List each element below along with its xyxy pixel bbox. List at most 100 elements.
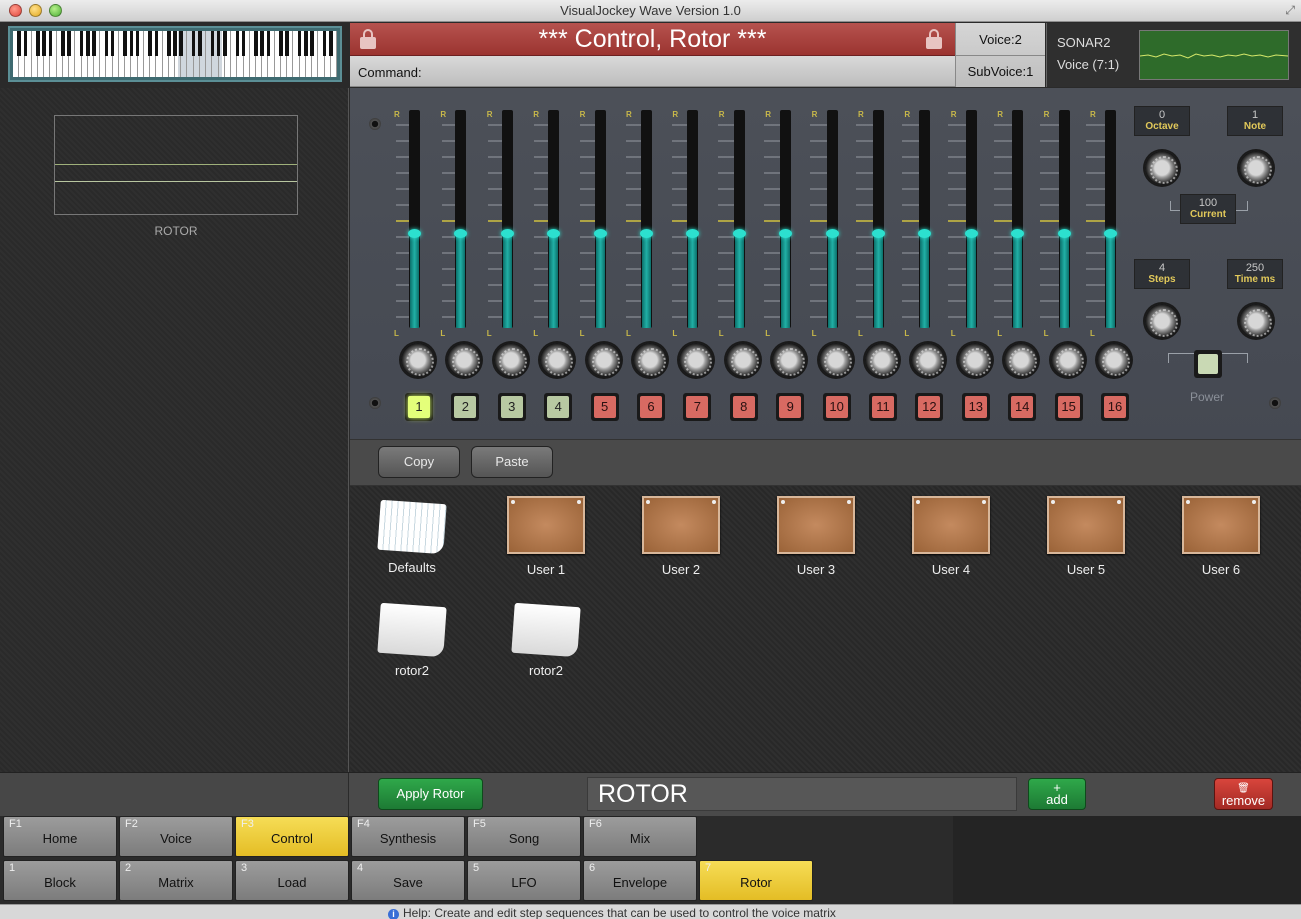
preset-item[interactable]: User 4	[896, 496, 1006, 577]
step-slider[interactable]: RL	[672, 110, 701, 338]
piano-black-key[interactable]	[110, 31, 115, 57]
piano-black-key[interactable]	[223, 31, 227, 57]
piano-black-key[interactable]	[260, 31, 265, 57]
slider-thumb[interactable]	[408, 229, 421, 238]
function-key-envelope[interactable]: 6 Envelope	[583, 860, 697, 901]
piano-black-key[interactable]	[92, 31, 96, 57]
piano-black-key[interactable]	[328, 31, 333, 57]
piano-black-key[interactable]	[254, 31, 258, 57]
command-field[interactable]: Command:	[350, 56, 955, 87]
piano-black-key[interactable]	[123, 31, 127, 57]
preset-item[interactable]: rotor2	[357, 599, 467, 678]
step-slider[interactable]: RL	[951, 110, 980, 338]
function-key-rotor[interactable]: 7 Rotor	[699, 860, 813, 901]
power-button[interactable]	[1194, 350, 1222, 378]
piano-black-key[interactable]	[154, 31, 159, 57]
piano-black-key[interactable]	[79, 31, 84, 57]
function-key-synthesis[interactable]: F4 Synthesis	[351, 816, 465, 857]
function-key-lfo[interactable]: 5 LFO	[467, 860, 581, 901]
apply-rotor-button[interactable]: Apply Rotor	[378, 778, 483, 810]
piano-black-key[interactable]	[48, 31, 53, 57]
fullscreen-icon[interactable]: ⤢	[1285, 3, 1295, 18]
step-knob[interactable]	[865, 343, 899, 377]
step-button[interactable]: 12	[915, 393, 944, 421]
step-knob[interactable]	[818, 343, 853, 377]
step-slider[interactable]: RL	[626, 110, 655, 338]
function-key-voice[interactable]: F2 Voice	[119, 816, 233, 857]
piano-black-key[interactable]	[322, 31, 327, 57]
step-button[interactable]: 6	[637, 393, 665, 421]
function-key-control[interactable]: F3 Control	[235, 816, 349, 857]
slider-thumb[interactable]	[1104, 229, 1117, 238]
note-knob[interactable]	[1239, 151, 1273, 185]
piano-black-key[interactable]	[23, 31, 28, 57]
piano-black-key[interactable]	[241, 31, 246, 57]
step-button[interactable]: 3	[497, 393, 526, 421]
step-button[interactable]: 9	[776, 393, 805, 421]
step-slider[interactable]: RL	[765, 110, 794, 338]
function-key-save[interactable]: 4 Save	[351, 860, 465, 901]
step-slider[interactable]: RL	[440, 110, 469, 338]
piano-black-key[interactable]	[279, 31, 283, 57]
slider-thumb[interactable]	[640, 229, 653, 238]
slider-thumb[interactable]	[500, 229, 514, 238]
preset-item[interactable]: User 6	[1166, 496, 1276, 577]
step-button[interactable]: 5	[590, 393, 619, 421]
add-button[interactable]: + add	[1028, 778, 1086, 810]
slider-thumb[interactable]	[1057, 229, 1071, 238]
step-button[interactable]: 4	[544, 393, 573, 421]
step-slider[interactable]: RL	[1044, 110, 1073, 338]
piano-black-key[interactable]	[61, 31, 65, 57]
step-slider[interactable]: RL	[487, 110, 516, 338]
step-button[interactable]: 1	[405, 393, 433, 421]
preset-item[interactable]: User 1	[491, 496, 601, 577]
piano-black-key[interactable]	[104, 31, 109, 57]
function-key-matrix[interactable]: 2 Matrix	[119, 860, 233, 901]
preset-item[interactable]: rotor2	[491, 599, 601, 678]
octave-knob[interactable]	[1145, 151, 1179, 185]
slider-thumb[interactable]	[825, 229, 839, 238]
piano-black-key[interactable]	[67, 31, 71, 57]
step-knob[interactable]	[493, 343, 528, 377]
step-slider[interactable]: RL	[904, 110, 933, 338]
step-button[interactable]: 13	[961, 393, 990, 421]
slider-thumb[interactable]	[964, 229, 978, 238]
piano-black-key[interactable]	[198, 31, 202, 57]
step-button[interactable]: 8	[729, 393, 758, 421]
step-button[interactable]: 15	[1054, 393, 1083, 421]
copy-button[interactable]: Copy	[378, 446, 460, 478]
function-key-block[interactable]: 1 Block	[3, 860, 117, 901]
step-knob[interactable]	[1097, 343, 1131, 377]
remove-button[interactable]: 🗑 remove	[1214, 778, 1273, 810]
step-slider[interactable]: RL	[719, 110, 748, 338]
step-slider[interactable]: RL	[997, 110, 1026, 338]
step-button[interactable]: 16	[1101, 393, 1129, 421]
piano-black-key[interactable]	[42, 31, 46, 57]
step-slider[interactable]: RL	[580, 110, 609, 338]
paste-button[interactable]: Paste	[471, 446, 553, 478]
step-slider[interactable]: RL	[858, 110, 887, 338]
lock-icon[interactable]	[926, 29, 942, 49]
piano-black-key[interactable]	[17, 31, 22, 57]
function-key-home[interactable]: F1 Home	[3, 816, 117, 857]
piano-black-key[interactable]	[129, 31, 134, 57]
piano-black-key[interactable]	[235, 31, 240, 57]
step-slider[interactable]: RL	[1090, 110, 1119, 338]
time-knob[interactable]	[1239, 304, 1273, 338]
preset-item[interactable]: User 2	[626, 496, 736, 577]
preset-item[interactable]: User 5	[1031, 496, 1141, 577]
piano-keyboard[interactable]	[8, 26, 342, 82]
piano-keys[interactable]	[13, 31, 337, 77]
step-knob[interactable]	[725, 343, 760, 377]
piano-black-key[interactable]	[216, 31, 221, 57]
piano-black-key[interactable]	[191, 31, 196, 57]
piano-black-key[interactable]	[297, 31, 302, 57]
piano-black-key[interactable]	[179, 31, 184, 57]
piano-black-key[interactable]	[304, 31, 308, 57]
preset-item[interactable]: Defaults	[357, 496, 467, 575]
step-knob[interactable]	[1004, 343, 1039, 377]
preset-item[interactable]: User 3	[761, 496, 871, 577]
step-button[interactable]: 7	[683, 393, 712, 421]
step-knob[interactable]	[540, 343, 575, 377]
function-key-mix[interactable]: F6 Mix	[583, 816, 697, 857]
